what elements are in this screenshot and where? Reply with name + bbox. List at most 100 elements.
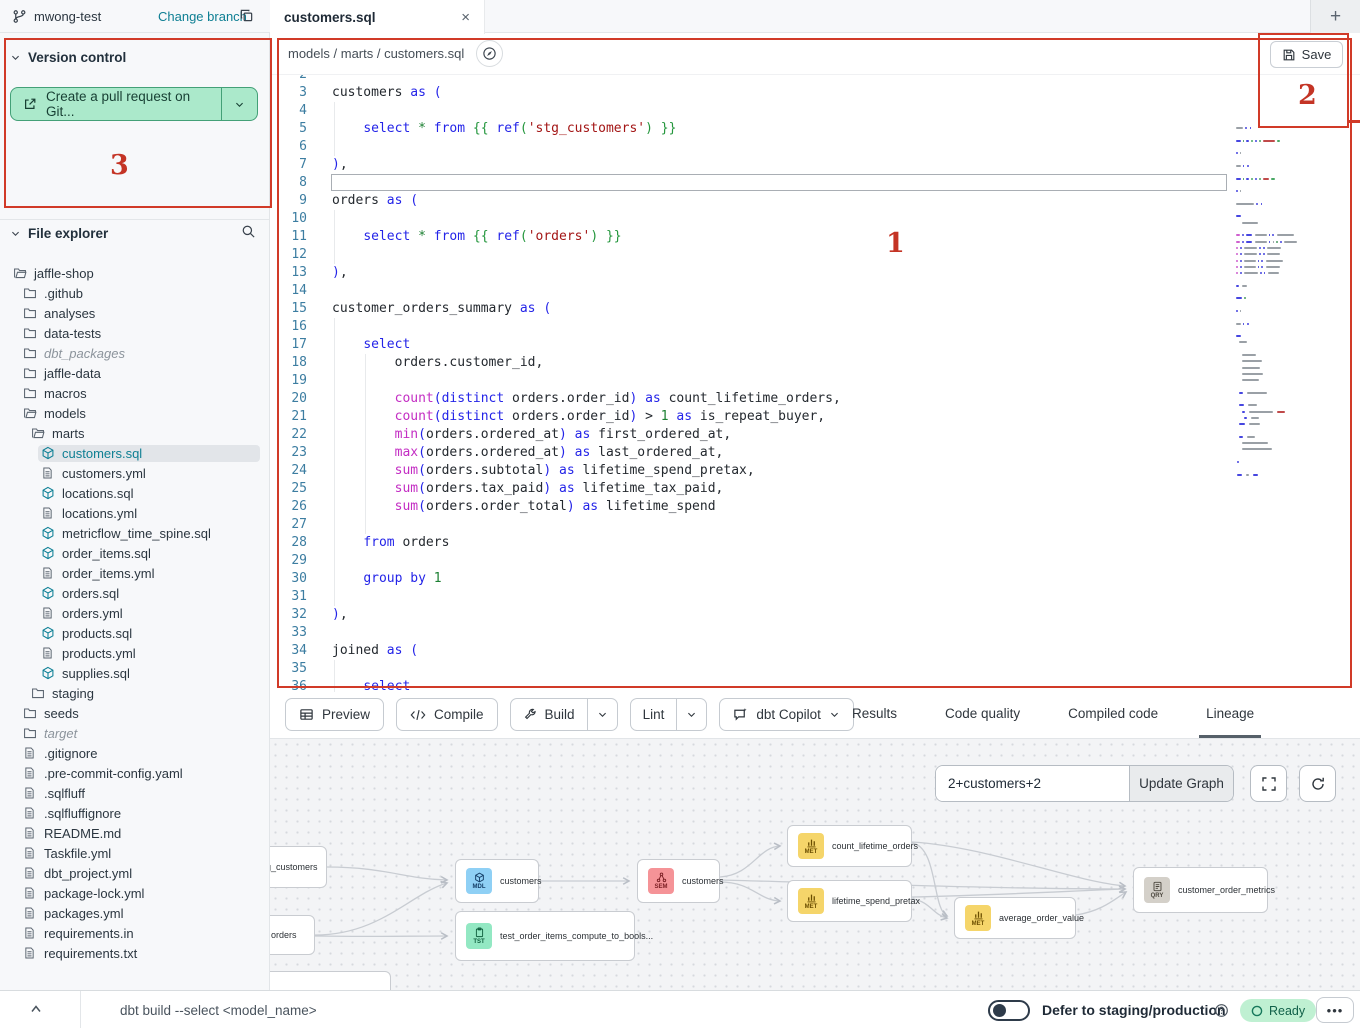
code-area[interactable]: 23customers as (45 select * from {{ ref(… [270,75,1360,692]
file-tree-item[interactable]: package-lock.yml [0,883,270,903]
code-line[interactable]: 23 max(orders.ordered_at) as last_ordere… [270,444,1360,462]
code-line[interactable]: 35 [270,660,1360,678]
file-tree-item[interactable]: target [0,723,270,743]
file-tree-item[interactable]: products.sql [0,623,270,643]
file-tree-item[interactable]: customers.yml [0,463,270,483]
file-tree-item[interactable]: jaffle-data [0,363,270,383]
compile-button[interactable]: Compile [396,698,498,731]
version-control-header[interactable]: Version control [10,50,126,65]
lineage-node[interactable]: QRYcustomer_order_metrics [1133,867,1268,913]
lineage-node[interactable]: SEMcustomers [637,859,720,903]
build-dropdown[interactable] [587,699,617,730]
code-line[interactable]: 11 select * from {{ ref('orders') }} [270,228,1360,246]
code-line[interactable]: 2 [270,75,1360,84]
code-line[interactable]: 32), [270,606,1360,624]
code-line[interactable]: 30 group by 1 [270,570,1360,588]
code-line[interactable]: 26 sum(orders.order_total) as lifetime_s… [270,498,1360,516]
refresh-button[interactable] [1299,765,1336,802]
file-tree-item[interactable]: dbt_packages [0,343,270,363]
file-tree-item[interactable]: data-tests [0,323,270,343]
code-line[interactable]: 28 from orders [270,534,1360,552]
file-tree-item[interactable]: order_items.sql [0,543,270,563]
code-line[interactable]: 22 min(orders.ordered_at) as first_order… [270,426,1360,444]
lint-dropdown[interactable] [676,699,706,730]
editor-tab-customers-sql[interactable]: customers.sql × [270,0,485,34]
lineage-node[interactable] [270,971,391,990]
file-tree-item[interactable]: marts [0,423,270,443]
caret-up-icon[interactable] [28,1001,44,1017]
tab-code-quality[interactable]: Code quality [938,692,1027,738]
code-line[interactable]: 20 count(distinct orders.order_id) as co… [270,390,1360,408]
code-line[interactable]: 36 select [270,678,1360,692]
file-tree-item[interactable]: dbt_project.yml [0,863,270,883]
file-tree-item[interactable]: locations.yml [0,503,270,523]
file-tree-item[interactable]: metricflow_time_spine.sql [0,523,270,543]
code-line[interactable]: 34joined as ( [270,642,1360,660]
tab-lineage[interactable]: Lineage [1199,692,1261,738]
file-tree-item[interactable]: macros [0,383,270,403]
code-line[interactable]: 16 [270,318,1360,336]
search-icon[interactable] [241,224,256,239]
fullscreen-button[interactable] [1250,765,1287,802]
file-tree-item[interactable]: orders.sql [0,583,270,603]
editor-minimap[interactable] [1232,121,1310,535]
file-tree-item[interactable]: supplies.sql [0,663,270,683]
code-line[interactable]: 12 [270,246,1360,264]
copy-branch-icon[interactable] [239,8,254,23]
code-line[interactable]: 5 select * from {{ ref('stg_customers') … [270,120,1360,138]
dbt-copilot-button[interactable]: dbt Copilot [719,698,854,731]
lineage-node[interactable]: TSTtest_order_items_compute_to_bools... [455,911,635,961]
lineage-node[interactable]: orders [270,915,315,955]
file-tree-item[interactable]: seeds [0,703,270,723]
pr-button-dropdown[interactable] [221,88,257,120]
lineage-panel[interactable]: stg_customersorders MDLcustomers TSTtest_o… [270,738,1360,990]
defer-toggle[interactable] [988,1000,1030,1021]
update-graph-button[interactable]: Update Graph [1129,766,1233,801]
file-tree-item[interactable]: models [0,403,270,423]
file-tree-item[interactable]: requirements.txt [0,943,270,963]
code-line[interactable]: 14 [270,282,1360,300]
lineage-selector-input[interactable] [936,766,1129,801]
lineage-node[interactable]: METcount_lifetime_orders [787,825,912,867]
lineage-node[interactable]: METlifetime_spend_pretax [787,880,912,922]
file-tree-item[interactable]: locations.sql [0,483,270,503]
command-hint[interactable]: dbt build --select <model_name> [120,991,317,1029]
code-line[interactable]: 3customers as ( [270,84,1360,102]
file-tree-item[interactable]: .sqlfluff [0,783,270,803]
file-tree-item[interactable]: customers.sql [0,443,270,463]
file-tree-item[interactable]: order_items.yml [0,563,270,583]
code-line[interactable]: 7), [270,156,1360,174]
code-line[interactable]: 27 [270,516,1360,534]
copilot-compass-icon[interactable] [476,40,503,67]
create-pull-request-button[interactable]: Create a pull request on Git... [10,87,258,121]
code-line[interactable]: 29 [270,552,1360,570]
preview-button[interactable]: Preview [285,698,384,731]
lineage-node[interactable]: METaverage_order_value [954,897,1076,939]
code-line[interactable]: 25 sum(orders.tax_paid) as lifetime_tax_… [270,480,1360,498]
code-line[interactable]: 24 sum(orders.subtotal) as lifetime_spen… [270,462,1360,480]
file-tree-item[interactable]: jaffle-shop [0,263,270,283]
file-tree-item[interactable]: packages.yml [0,903,270,923]
lineage-node[interactable]: stg_customers [270,846,327,888]
code-line[interactable]: 19 [270,372,1360,390]
save-button[interactable]: Save [1270,41,1343,68]
code-line[interactable]: 10 [270,210,1360,228]
build-button[interactable]: Build [511,699,587,730]
code-line[interactable]: 9orders as ( [270,192,1360,210]
file-tree-item[interactable]: .pre-commit-config.yaml [0,763,270,783]
file-tree-item[interactable]: .github [0,283,270,303]
file-explorer-header[interactable]: File explorer [10,226,260,241]
file-tree-item[interactable]: requirements.in [0,923,270,943]
file-tree-item[interactable]: products.yml [0,643,270,663]
code-line[interactable]: 17 select [270,336,1360,354]
code-line[interactable]: 6 [270,138,1360,156]
code-line[interactable]: 13), [270,264,1360,282]
file-tree-item[interactable]: .gitignore [0,743,270,763]
help-icon[interactable] [1214,1003,1229,1018]
change-branch-link[interactable]: Change branch [158,0,247,33]
lineage-node[interactable]: MDLcustomers [455,859,539,903]
code-line[interactable]: 33 [270,624,1360,642]
file-tree-item[interactable]: .sqlfluffignore [0,803,270,823]
code-line[interactable]: 18 orders.customer_id, [270,354,1360,372]
new-tab-plus-icon[interactable]: + [1330,6,1341,28]
